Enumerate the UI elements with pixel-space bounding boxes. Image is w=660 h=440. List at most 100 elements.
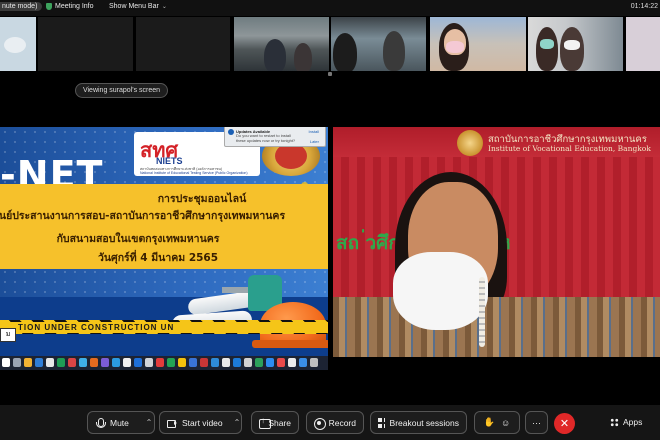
thumbnail-person — [383, 31, 405, 71]
participant-thumbnail[interactable] — [430, 17, 526, 71]
show-menu-bar-button[interactable]: Show Menu Bar ⌄ — [109, 3, 167, 10]
taskbar-app-icon[interactable] — [134, 358, 142, 367]
notification-later-button[interactable]: Later — [310, 139, 319, 144]
start-icon[interactable] — [2, 358, 10, 367]
taskbar-app-icon[interactable] — [90, 358, 98, 367]
apps-label: Apps — [623, 417, 643, 427]
taskbar-app-icon[interactable] — [35, 358, 43, 367]
breakout-sessions-button[interactable]: Breakout sessions — [370, 411, 467, 434]
notification-install-button[interactable]: Install — [309, 129, 319, 134]
mode-label: nute mode) — [2, 3, 38, 10]
niets-logo-fine-en: National Institute of Educational Testin… — [140, 171, 248, 175]
record-label: Record — [328, 417, 356, 428]
update-icon — [228, 129, 234, 135]
institute-emblem-icon — [457, 130, 483, 156]
thumbnail-mask — [564, 40, 580, 50]
viewing-screen-label[interactable]: Viewing surapol's screen — [75, 83, 168, 98]
mute-label: Mute — [110, 417, 129, 428]
taskbar-app-icon[interactable] — [46, 358, 54, 367]
taskbar-app-icon[interactable] — [101, 358, 109, 367]
mode-badge: nute mode) — [0, 2, 43, 11]
share-button[interactable]: Share — [251, 411, 299, 434]
taskbar-app-icon[interactable] — [299, 358, 307, 367]
taskbar-app-icon[interactable] — [145, 358, 153, 367]
speaker-body — [333, 297, 660, 357]
thumbnail-scene — [4, 37, 26, 53]
record-icon — [314, 417, 326, 430]
participant-thumbnail[interactable] — [0, 17, 36, 71]
slide-corner-label: ม — [0, 328, 16, 342]
banner-line-4: วันศุกร์ที่ 4 มีนาคม 2565 — [97, 252, 219, 264]
taskbar-app-icon[interactable] — [200, 358, 208, 367]
more-icon: ··· — [532, 417, 541, 428]
thumbnail-mask — [540, 39, 554, 49]
apps-icon — [610, 417, 619, 427]
niets-logo-sub: NIETS — [156, 156, 183, 166]
taskbar-app-icon[interactable] — [189, 358, 197, 367]
taskbar-app-icon[interactable] — [13, 358, 21, 367]
more-options-button[interactable]: ··· — [525, 411, 548, 434]
notification-body: Do you want to restart to install these … — [236, 133, 296, 143]
taskbar-app-icon[interactable] — [277, 358, 285, 367]
taskbar-app-icon[interactable] — [123, 358, 131, 367]
participant-thumbnail[interactable] — [528, 17, 623, 71]
speaker-necklace — [479, 277, 485, 347]
thumbnail-person — [536, 27, 558, 71]
participant-thumbnail[interactable] — [331, 17, 426, 71]
reactions-group[interactable]: ✋ ☺ — [474, 411, 520, 434]
top-bar: nute mode) Meeting Info Show Menu Bar ⌄ … — [0, 0, 660, 16]
banner-line-1: การประชุมออนไลน์ — [157, 193, 247, 205]
participant-thumbnail[interactable] — [234, 17, 329, 71]
thumbnail-person — [264, 39, 286, 71]
taskbar-app-icon[interactable] — [211, 358, 219, 367]
drill-bit — [222, 287, 250, 293]
record-button[interactable]: Record — [306, 411, 364, 434]
start-video-label: Start video — [182, 417, 223, 428]
shield-icon — [46, 3, 52, 10]
emoji-reaction-icon[interactable]: ☺ — [501, 418, 510, 428]
breakout-grid-icon — [378, 417, 385, 428]
end-icon: ✕ — [559, 418, 570, 430]
end-meeting-button[interactable]: ✕ — [554, 413, 575, 434]
taskbar-app-icon[interactable] — [310, 358, 318, 367]
update-notification[interactable]: Updates Available Do you want to restart… — [224, 127, 326, 147]
taskbar-app-icon[interactable] — [233, 358, 241, 367]
show-menu-bar-label: Show Menu Bar — [109, 3, 159, 10]
face-mask — [393, 252, 488, 330]
meeting-info-button[interactable]: Meeting Info — [46, 3, 94, 10]
share-screen-icon — [259, 416, 272, 429]
microphone-icon — [95, 417, 106, 428]
taskbar-app-icon[interactable] — [57, 358, 65, 367]
taskbar-app-icon[interactable] — [167, 358, 175, 367]
strip-resize-handle[interactable] — [328, 72, 332, 76]
thumbnail-mask — [446, 41, 464, 53]
banner-line-2: นย์ประสานงานการสอบ-สถาบันการอาชีวศึกษากร… — [0, 210, 286, 222]
taskbar-app-icon[interactable] — [288, 358, 296, 367]
video-options-chevron-icon[interactable]: ⌃ — [228, 411, 246, 434]
banner-line-3: กับสนามสอบในเขตกรุงเทพมหานคร — [56, 233, 220, 245]
participant-thumbnail[interactable] — [38, 17, 133, 71]
taskbar-app-icon[interactable] — [255, 358, 263, 367]
breakout-label: Breakout sessions — [389, 417, 459, 428]
taskbar-app-icon[interactable] — [79, 358, 87, 367]
taskbar-app-icon[interactable] — [178, 358, 186, 367]
shared-screen: -NET สทศ NIETS สถาบันทดสอบทางการศึกษาแห่… — [0, 127, 328, 370]
folder-icon[interactable] — [24, 358, 32, 367]
taskbar-app-icon[interactable] — [222, 358, 230, 367]
raise-hand-icon[interactable]: ✋ — [484, 417, 495, 428]
participant-thumbnail[interactable] — [136, 17, 230, 71]
taskbar-app-icon[interactable] — [266, 358, 274, 367]
thumbnail-person — [333, 33, 357, 71]
meeting-clock: 01:14:22 — [630, 3, 658, 10]
taskbar-app-icon[interactable] — [156, 358, 164, 367]
active-speaker-video[interactable]: สถาบันการอาชีวศึกษากรุงเทพมหานคร Institu… — [333, 127, 660, 357]
apps-button[interactable]: Apps — [610, 417, 642, 427]
taskbar-app-icon[interactable] — [68, 358, 76, 367]
viewing-screen-text: Viewing surapol's screen — [82, 87, 161, 94]
mute-options-chevron-icon[interactable]: ⌃ — [140, 411, 158, 434]
taskbar-app-icon[interactable] — [112, 358, 120, 367]
taskbar-app-icon[interactable] — [244, 358, 252, 367]
chevron-down-icon: ⌄ — [161, 4, 167, 10]
share-label: Share — [268, 417, 291, 428]
participant-thumbnail[interactable] — [626, 17, 660, 71]
